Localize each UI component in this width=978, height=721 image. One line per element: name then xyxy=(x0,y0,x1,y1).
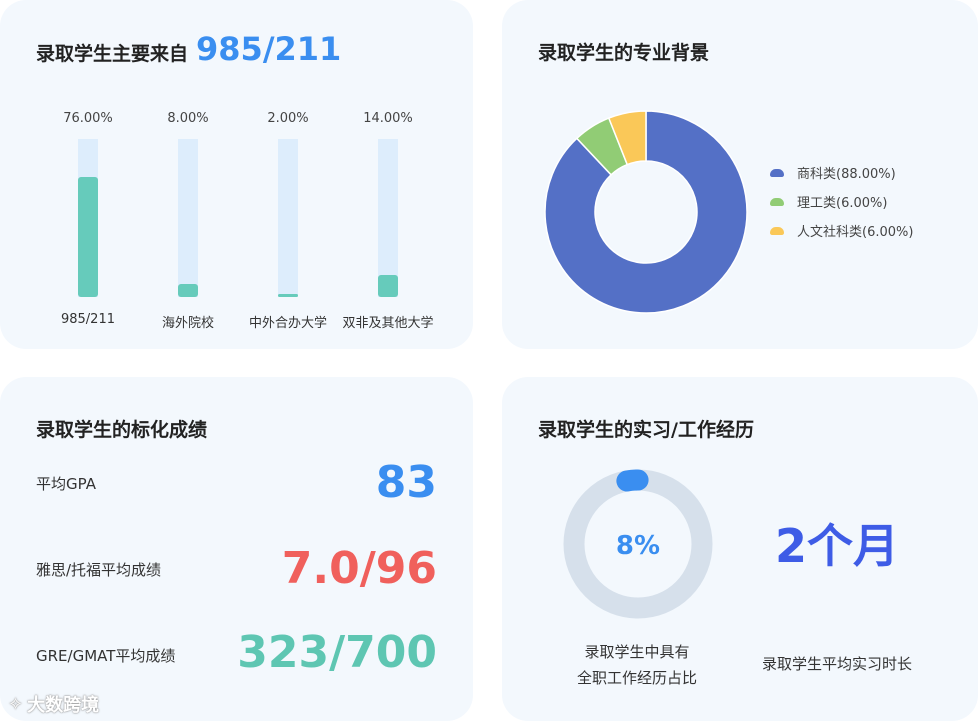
bar xyxy=(378,274,398,297)
fulltime-experience-ring: 8% xyxy=(563,469,713,619)
legend-swatch-icon xyxy=(770,168,784,177)
watermark-text: 大数跨境 xyxy=(27,695,100,716)
test-scores-title: 录取学生的标化成绩 xyxy=(36,419,208,441)
gre-gmat-value: 323/700 xyxy=(237,627,437,678)
bar-value-label: 2.00% xyxy=(267,111,309,126)
bar-category-label: 双非及其他大学 xyxy=(342,316,434,331)
bar-category-label: 海外院校 xyxy=(161,316,214,331)
bar-track xyxy=(278,139,298,297)
school-source-card: 录取学生主要来自 985/211 76.00% 985/211 8.00% 海外院校 2.… xyxy=(0,0,473,349)
ielts-toefl-value: 7.0/96 xyxy=(281,543,437,594)
ring-caption-line2: 全职工作经历占比 xyxy=(576,669,697,687)
bar-track xyxy=(78,139,98,297)
bar-value-label: 8.00% xyxy=(167,111,209,126)
bar xyxy=(178,284,198,297)
major-background-card: 录取学生的专业背景 商科类(88.00%) 理工类(6.00%) 人文社科类(6.0… xyxy=(502,0,978,349)
major-background-title: 录取学生的专业背景 xyxy=(538,42,710,64)
ring-caption: 录取学生中具有 全职工作经历占比 xyxy=(542,639,732,691)
bar-value-label: 76.00% xyxy=(63,111,113,126)
school-source-highlight: 985/211 xyxy=(196,30,342,68)
legend-label: 人文社科类(6.00%) xyxy=(797,225,914,240)
ring-percent-label: 8% xyxy=(616,531,660,561)
school-source-title: 录取学生主要来自 985/211 xyxy=(36,30,341,68)
gpa-label: 平均GPA xyxy=(36,475,96,493)
legend-swatch-icon xyxy=(770,197,784,206)
watermark: ✧ 大数跨境 xyxy=(8,691,99,717)
bar-category-label: 中外合办大学 xyxy=(248,316,327,331)
legend-label: 理工类(6.00%) xyxy=(797,196,888,211)
legend-item: 商科类(88.00%) xyxy=(770,163,896,182)
bar xyxy=(78,176,98,297)
school-source-title-text: 录取学生主要来自 xyxy=(36,43,189,65)
gpa-value: 83 xyxy=(375,457,437,508)
legend-swatch-icon xyxy=(770,226,784,235)
test-scores-card: 录取学生的标化成绩 平均GPA 83 雅思/托福平均成绩 7.0/96 GRE/… xyxy=(0,377,473,721)
gre-gmat-label: GRE/GMAT平均成绩 xyxy=(36,647,176,665)
ring-caption-line1: 录取学生中具有 xyxy=(584,643,690,661)
bar-category-label: 985/211 xyxy=(60,312,115,327)
watermark-logo-icon: ✧ xyxy=(8,693,24,715)
bar-track xyxy=(178,139,198,297)
bar xyxy=(278,293,298,297)
legend-item: 人文社科类(6.00%) xyxy=(770,221,913,240)
work-experience-title: 录取学生的实习/工作经历 xyxy=(538,419,754,441)
legend-label: 商科类(88.00%) xyxy=(797,167,896,182)
ielts-toefl-label: 雅思/托福平均成绩 xyxy=(36,561,162,579)
avg-internship-duration-caption: 录取学生平均实习时长 xyxy=(761,655,912,673)
legend-item: 理工类(6.00%) xyxy=(770,192,887,211)
bar-value-label: 14.00% xyxy=(363,111,413,126)
avg-internship-duration-value: 2个月 xyxy=(774,519,899,573)
work-experience-card: 录取学生的实习/工作经历 8% 录取学生中具有 全职工作经历占比 2个月 录取学… xyxy=(502,377,978,721)
bar-track xyxy=(378,139,398,297)
major-background-donut-chart xyxy=(544,110,748,314)
